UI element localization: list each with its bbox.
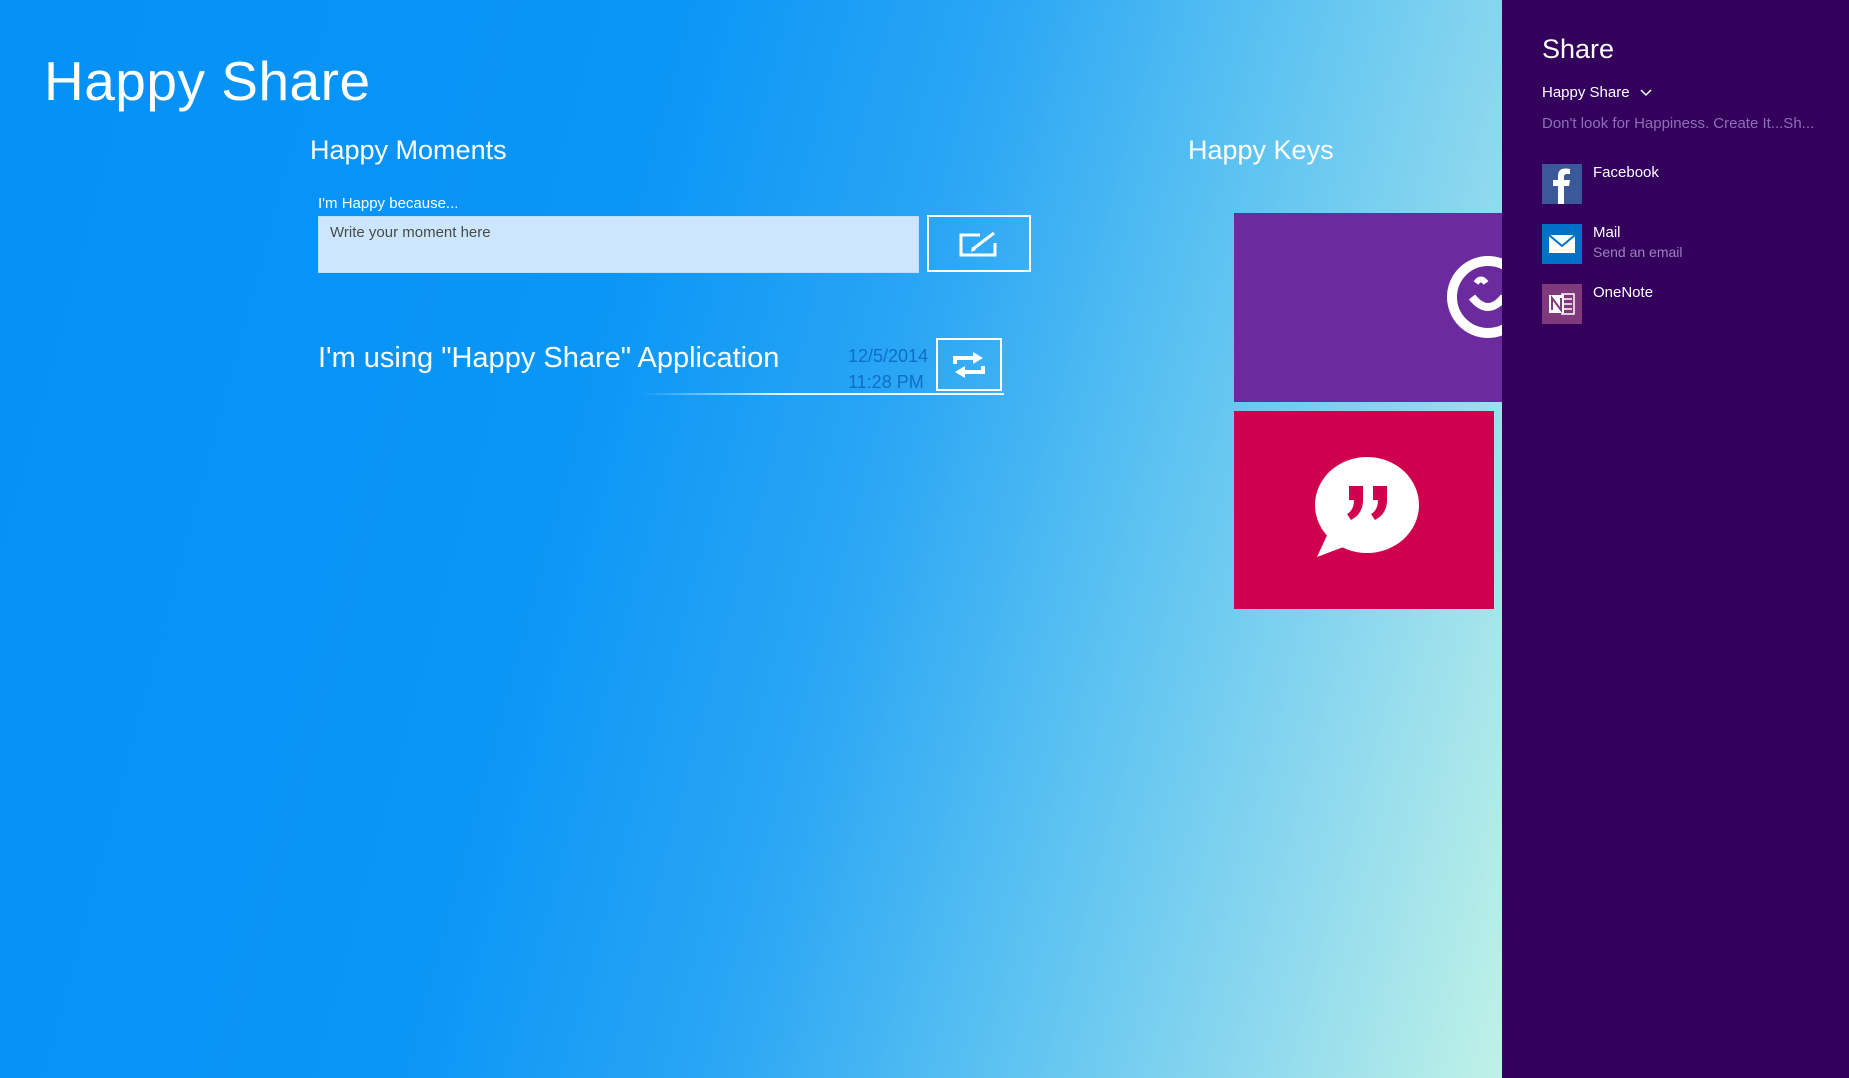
happy-keys-title: Happy Keys xyxy=(1188,135,1334,165)
moment-timestamp: 12/5/2014 11:28 PM xyxy=(848,343,928,395)
share-target-facebook[interactable]: Facebook xyxy=(1542,164,1832,206)
repost-button[interactable] xyxy=(936,338,1002,391)
happy-moments-title: Happy Moments xyxy=(310,135,507,165)
happy-key-tile-smiley[interactable] xyxy=(1234,213,1502,402)
share-charm-panel: Share Happy Share Don't look for Happine… xyxy=(1502,0,1849,1078)
moment-time: 11:28 PM xyxy=(848,372,924,392)
smiley-icon xyxy=(1447,256,1502,338)
app-canvas: Happy Share Happy Moments I'm Happy beca… xyxy=(0,0,1502,1078)
moment-input-label: I'm Happy because... xyxy=(318,195,459,212)
share-target-mail[interactable]: Mail Send an email xyxy=(1542,224,1832,266)
share-target-name: OneNote xyxy=(1593,284,1654,301)
happy-key-tile-quote[interactable] xyxy=(1234,411,1494,609)
moment-text: I'm using "Happy Share" Application xyxy=(318,342,780,374)
repost-icon xyxy=(953,351,985,378)
facebook-icon xyxy=(1542,164,1582,204)
compose-icon xyxy=(959,231,997,256)
moment-date: 12/5/2014 xyxy=(848,346,929,366)
share-target-subtitle: Send an email xyxy=(1593,244,1683,260)
mail-icon xyxy=(1542,224,1582,264)
moment-divider xyxy=(640,393,1004,395)
app-title: Happy Share xyxy=(44,50,371,112)
share-app-name: Happy Share xyxy=(1542,84,1630,101)
share-panel-title: Share xyxy=(1542,34,1615,64)
share-description: Don't look for Happiness. Create It...Sh… xyxy=(1542,115,1815,132)
quote-bubble-icon xyxy=(1315,457,1419,557)
share-target-name: Facebook xyxy=(1593,164,1659,181)
onenote-icon xyxy=(1542,284,1582,324)
post-moment-button[interactable] xyxy=(927,215,1031,272)
share-target-name: Mail xyxy=(1593,224,1621,241)
chevron-down-icon xyxy=(1640,88,1652,96)
share-app-selector[interactable]: Happy Share xyxy=(1542,84,1652,101)
moment-input[interactable] xyxy=(318,216,919,273)
share-target-onenote[interactable]: OneNote xyxy=(1542,284,1832,326)
